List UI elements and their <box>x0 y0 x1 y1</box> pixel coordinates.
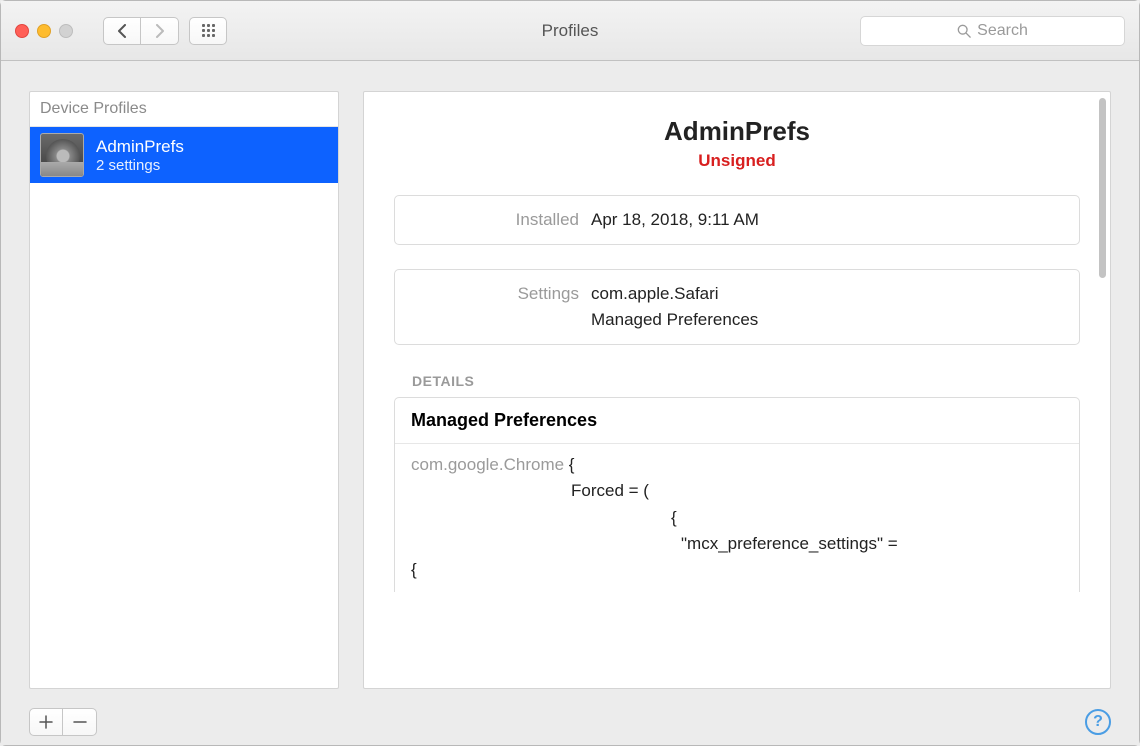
details-line-brace1: { <box>411 505 1063 531</box>
remove-button[interactable] <box>63 708 97 736</box>
show-all-button[interactable] <box>189 17 227 45</box>
details-line-forced: Forced = ( <box>411 478 1063 504</box>
sidebar-item-text: AdminPrefs 2 settings <box>96 137 184 174</box>
forward-button[interactable] <box>141 17 179 45</box>
sidebar-item-subtitle: 2 settings <box>96 157 184 174</box>
close-button[interactable] <box>15 24 29 38</box>
sidebar-item-title: AdminPrefs <box>96 137 184 157</box>
settings-box: Settings com.apple.Safari Managed Prefer… <box>394 269 1080 345</box>
footer: ? <box>1 699 1139 745</box>
content-area: Device Profiles AdminPrefs 2 settings Ad… <box>1 61 1139 699</box>
details-domain: com.google.Chrome <box>411 455 564 474</box>
add-remove-buttons <box>29 708 97 736</box>
main-panel: AdminPrefs Unsigned Installed Apr 18, 20… <box>363 91 1111 689</box>
details-content: com.google.Chrome { Forced = ( { "mcx_pr… <box>395 444 1079 592</box>
details-title: Managed Preferences <box>395 398 1079 444</box>
sidebar-header: Device Profiles <box>30 92 338 127</box>
installed-value: Apr 18, 2018, 9:11 AM <box>591 210 759 230</box>
installed-box: Installed Apr 18, 2018, 9:11 AM <box>394 195 1080 245</box>
details-line-brace2: { <box>411 557 1063 583</box>
grid-icon <box>202 24 215 37</box>
scrollbar[interactable] <box>1099 98 1106 278</box>
details-box: Managed Preferences com.google.Chrome { … <box>394 397 1080 592</box>
chevron-left-icon <box>117 24 127 38</box>
profile-title: AdminPrefs <box>394 116 1080 147</box>
profile-gear-icon <box>40 133 84 177</box>
window-title: Profiles <box>542 21 599 41</box>
settings-row-2: Managed Preferences <box>411 310 1063 330</box>
settings-label: Settings <box>411 284 591 304</box>
nav-buttons <box>103 17 179 45</box>
traffic-lights <box>15 24 73 38</box>
fullscreen-button <box>59 24 73 38</box>
search-placeholder: Search <box>977 22 1028 40</box>
settings-value-2: Managed Preferences <box>591 310 758 330</box>
search-icon <box>957 24 971 38</box>
settings-value-1: com.apple.Safari <box>591 284 719 304</box>
details-line-mcx: "mcx_preference_settings" = <box>411 531 1063 557</box>
installed-row: Installed Apr 18, 2018, 9:11 AM <box>411 210 1063 230</box>
plus-icon <box>39 715 53 729</box>
sidebar-item-adminprefs[interactable]: AdminPrefs 2 settings <box>30 127 338 183</box>
settings-row-1: Settings com.apple.Safari <box>411 284 1063 304</box>
profile-status: Unsigned <box>394 151 1080 171</box>
sidebar: Device Profiles AdminPrefs 2 settings <box>29 91 339 689</box>
details-section-label: DETAILS <box>394 373 1080 389</box>
titlebar: Profiles Search <box>1 1 1139 61</box>
minimize-button[interactable] <box>37 24 51 38</box>
installed-label: Installed <box>411 210 591 230</box>
minus-icon <box>73 715 87 729</box>
help-button[interactable]: ? <box>1085 709 1111 735</box>
back-button[interactable] <box>103 17 141 45</box>
add-button[interactable] <box>29 708 63 736</box>
preferences-window: Profiles Search Device Profiles AdminPre… <box>0 0 1140 746</box>
chevron-right-icon <box>155 24 165 38</box>
search-input[interactable]: Search <box>860 16 1125 46</box>
